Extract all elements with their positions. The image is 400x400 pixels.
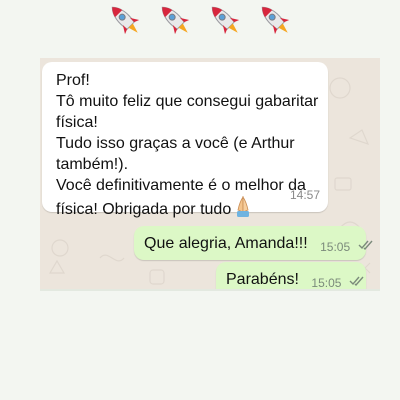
rocket-emoji-row — [0, 0, 400, 44]
message-text-line: física! Obrigada por tudo — [56, 196, 318, 220]
message-text-line: Você definitivamente é o melhor da — [56, 177, 306, 194]
double-check-icon — [358, 240, 373, 251]
message-text: Parabéns! — [226, 271, 299, 288]
incoming-message-bubble: Prof! Tô muito feliz que consegui gabari… — [42, 62, 328, 218]
message-text-line: Tudo isso graças a você (e Arthur — [56, 135, 295, 152]
message-timestamp: 15:05 — [311, 276, 342, 290]
message-timestamp: 14:57 — [289, 188, 320, 202]
message-text: Que alegria, Amanda!!! — [144, 235, 308, 252]
chat-screenshot: Prof! Tô muito feliz que consegui gabari… — [40, 58, 380, 290]
folded-hands-icon — [237, 196, 250, 217]
message-text-line: também!). — [56, 156, 129, 173]
rocket-icon — [211, 6, 240, 35]
message-text-last: física! Obrigada por tudo — [56, 201, 232, 218]
double-check-icon — [349, 276, 364, 287]
outgoing-message-bubble: Que alegria, Amanda!!! 15:05 — [134, 226, 373, 260]
message-text-line: Tô muito feliz que consegui gabaritar — [56, 93, 319, 110]
message-text-line: física! — [56, 114, 98, 131]
screenshot-edge — [40, 289, 380, 291]
outgoing-message-bubble: Parabéns! 15:05 — [216, 262, 366, 290]
rocket-icon — [111, 6, 140, 35]
message-timestamp: 15:05 — [320, 240, 351, 254]
rocket-icon — [261, 6, 290, 35]
rocket-icon — [161, 6, 190, 35]
message-text-line: Prof! — [56, 72, 90, 89]
